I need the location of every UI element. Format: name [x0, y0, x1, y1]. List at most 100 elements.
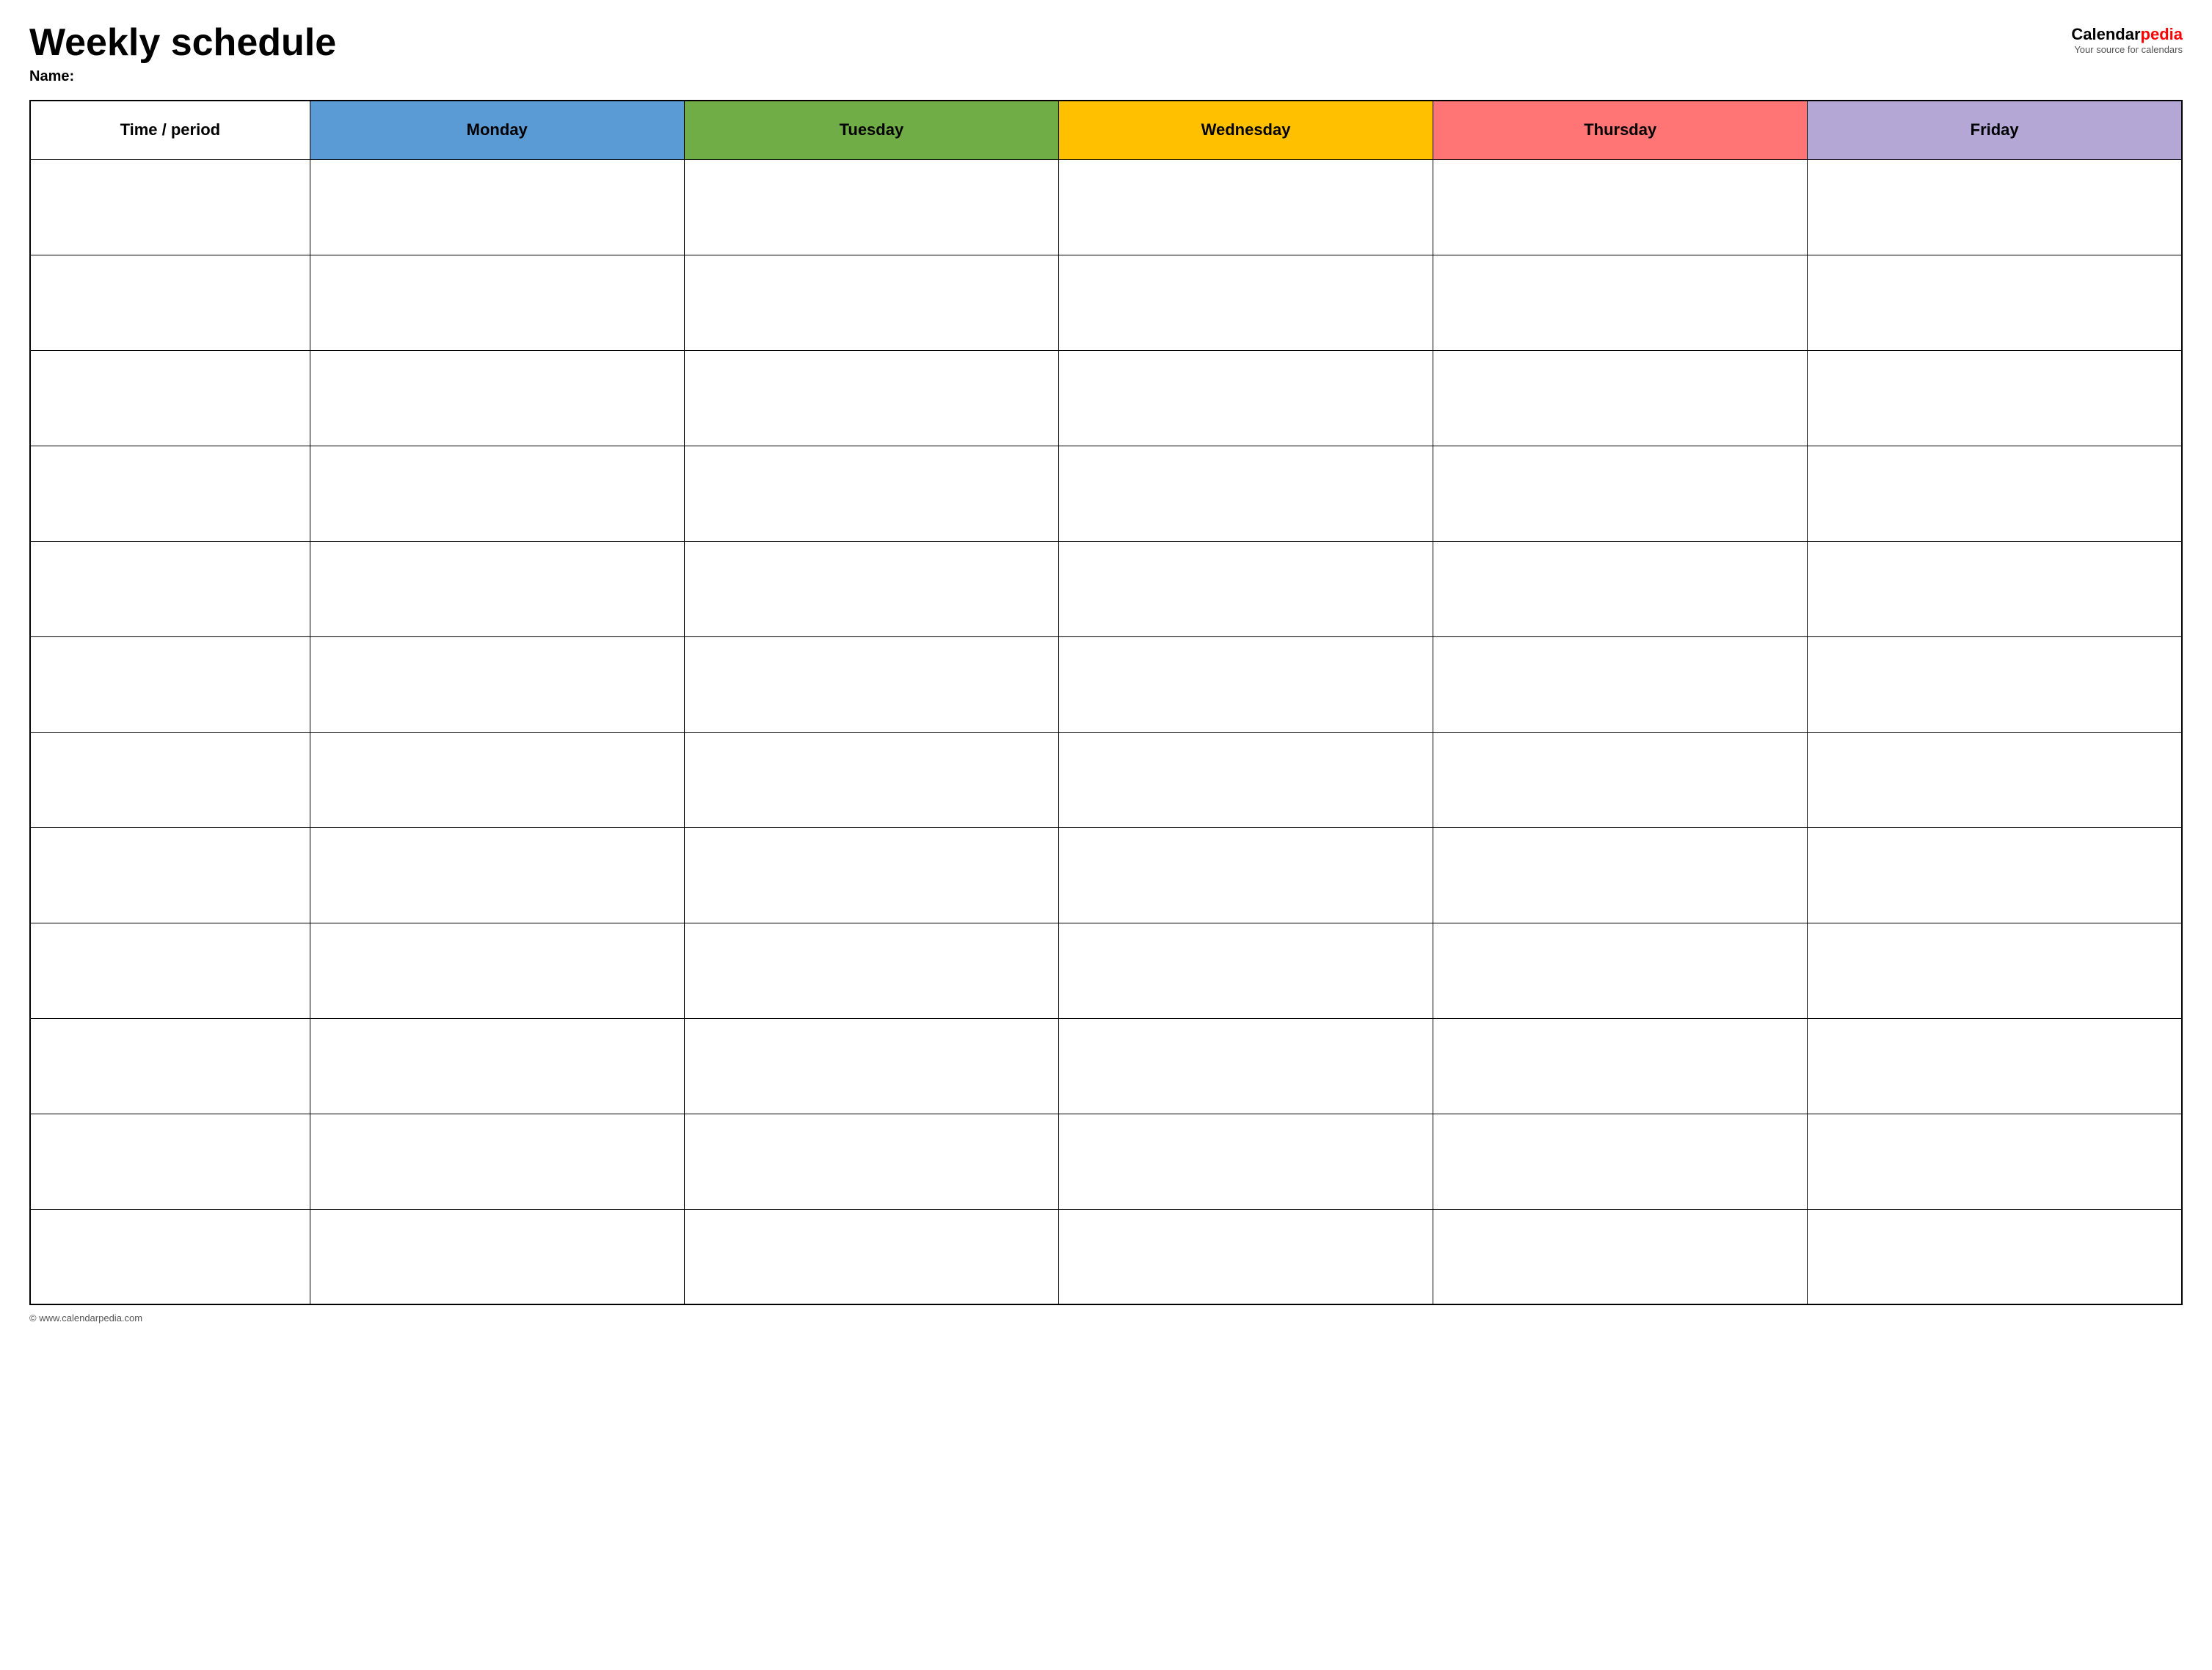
schedule-cell[interactable]: [1058, 1018, 1433, 1114]
col-header-friday: Friday: [1808, 101, 2182, 159]
schedule-cell[interactable]: [684, 923, 1058, 1018]
table-row: [30, 923, 2182, 1018]
schedule-cell[interactable]: [310, 923, 684, 1018]
table-header-row: Time / period Monday Tuesday Wednesday T…: [30, 101, 2182, 159]
schedule-cell[interactable]: [310, 255, 684, 350]
time-cell[interactable]: [30, 923, 310, 1018]
schedule-cell[interactable]: [684, 827, 1058, 923]
schedule-cell[interactable]: [1808, 350, 2182, 446]
schedule-cell[interactable]: [310, 1018, 684, 1114]
table-row: [30, 636, 2182, 732]
name-label: Name:: [29, 68, 336, 85]
schedule-cell[interactable]: [684, 636, 1058, 732]
schedule-cell[interactable]: [684, 541, 1058, 636]
time-cell[interactable]: [30, 541, 310, 636]
col-header-time: Time / period: [30, 101, 310, 159]
schedule-cell[interactable]: [310, 636, 684, 732]
time-cell[interactable]: [30, 1018, 310, 1114]
schedule-cell[interactable]: [684, 255, 1058, 350]
schedule-cell[interactable]: [1058, 827, 1433, 923]
schedule-cell[interactable]: [1808, 541, 2182, 636]
schedule-cell[interactable]: [1808, 732, 2182, 827]
schedule-cell[interactable]: [1433, 1114, 1808, 1209]
schedule-cell[interactable]: [1808, 636, 2182, 732]
schedule-cell[interactable]: [1058, 636, 1433, 732]
schedule-cell[interactable]: [1058, 159, 1433, 255]
logo-pedia: pedia: [2141, 25, 2183, 43]
schedule-cell[interactable]: [1433, 350, 1808, 446]
schedule-cell[interactable]: [684, 1209, 1058, 1304]
logo-section: Calendarpedia Your source for calendars: [2071, 25, 2183, 55]
page-header: Weekly schedule Name: Calendarpedia Your…: [29, 22, 2183, 85]
table-row: [30, 350, 2182, 446]
schedule-cell[interactable]: [1058, 541, 1433, 636]
schedule-cell[interactable]: [310, 350, 684, 446]
schedule-cell[interactable]: [1058, 446, 1433, 541]
schedule-cell[interactable]: [1808, 1018, 2182, 1114]
col-header-tuesday: Tuesday: [684, 101, 1058, 159]
schedule-cell[interactable]: [1433, 923, 1808, 1018]
schedule-cell[interactable]: [1058, 255, 1433, 350]
schedule-cell[interactable]: [1058, 923, 1433, 1018]
schedule-cell[interactable]: [1433, 1018, 1808, 1114]
time-cell[interactable]: [30, 446, 310, 541]
schedule-cell[interactable]: [1433, 1209, 1808, 1304]
schedule-cell[interactable]: [1058, 1114, 1433, 1209]
schedule-cell[interactable]: [310, 541, 684, 636]
schedule-table: Time / period Monday Tuesday Wednesday T…: [29, 100, 2183, 1305]
col-header-thursday: Thursday: [1433, 101, 1808, 159]
schedule-cell[interactable]: [310, 827, 684, 923]
title-section: Weekly schedule Name:: [29, 22, 336, 85]
schedule-cell[interactable]: [1433, 255, 1808, 350]
schedule-cell[interactable]: [1808, 1209, 2182, 1304]
schedule-cell[interactable]: [1058, 350, 1433, 446]
time-cell[interactable]: [30, 159, 310, 255]
col-header-monday: Monday: [310, 101, 684, 159]
page-title: Weekly schedule: [29, 22, 336, 64]
schedule-cell[interactable]: [1808, 1114, 2182, 1209]
schedule-cell[interactable]: [310, 1209, 684, 1304]
table-row: [30, 1114, 2182, 1209]
table-row: [30, 732, 2182, 827]
schedule-cell[interactable]: [1808, 446, 2182, 541]
schedule-cell[interactable]: [310, 446, 684, 541]
schedule-cell[interactable]: [684, 159, 1058, 255]
logo-calendar: Calendar: [2071, 25, 2140, 43]
schedule-cell[interactable]: [684, 732, 1058, 827]
time-cell[interactable]: [30, 827, 310, 923]
schedule-cell[interactable]: [684, 446, 1058, 541]
schedule-cell[interactable]: [1433, 636, 1808, 732]
time-cell[interactable]: [30, 636, 310, 732]
schedule-cell[interactable]: [1808, 827, 2182, 923]
logo-text: Calendarpedia: [2071, 25, 2183, 44]
schedule-cell[interactable]: [684, 1018, 1058, 1114]
time-cell[interactable]: [30, 255, 310, 350]
schedule-cell[interactable]: [1433, 159, 1808, 255]
schedule-cell[interactable]: [310, 1114, 684, 1209]
schedule-cell[interactable]: [310, 732, 684, 827]
schedule-cell[interactable]: [1433, 732, 1808, 827]
table-row: [30, 827, 2182, 923]
schedule-cell[interactable]: [1058, 1209, 1433, 1304]
time-cell[interactable]: [30, 350, 310, 446]
time-cell[interactable]: [30, 1209, 310, 1304]
schedule-cell[interactable]: [684, 1114, 1058, 1209]
schedule-cell[interactable]: [1808, 255, 2182, 350]
schedule-cell[interactable]: [1058, 732, 1433, 827]
col-header-wednesday: Wednesday: [1058, 101, 1433, 159]
schedule-cell[interactable]: [1433, 446, 1808, 541]
schedule-cell[interactable]: [1433, 541, 1808, 636]
schedule-cell[interactable]: [1433, 827, 1808, 923]
schedule-cell[interactable]: [1808, 923, 2182, 1018]
footer: © www.calendarpedia.com: [29, 1313, 2183, 1324]
schedule-cell[interactable]: [684, 350, 1058, 446]
table-row: [30, 159, 2182, 255]
schedule-body: [30, 159, 2182, 1304]
footer-url: © www.calendarpedia.com: [29, 1313, 142, 1324]
time-cell[interactable]: [30, 1114, 310, 1209]
time-cell[interactable]: [30, 732, 310, 827]
table-row: [30, 1209, 2182, 1304]
schedule-cell[interactable]: [310, 159, 684, 255]
table-row: [30, 446, 2182, 541]
schedule-cell[interactable]: [1808, 159, 2182, 255]
